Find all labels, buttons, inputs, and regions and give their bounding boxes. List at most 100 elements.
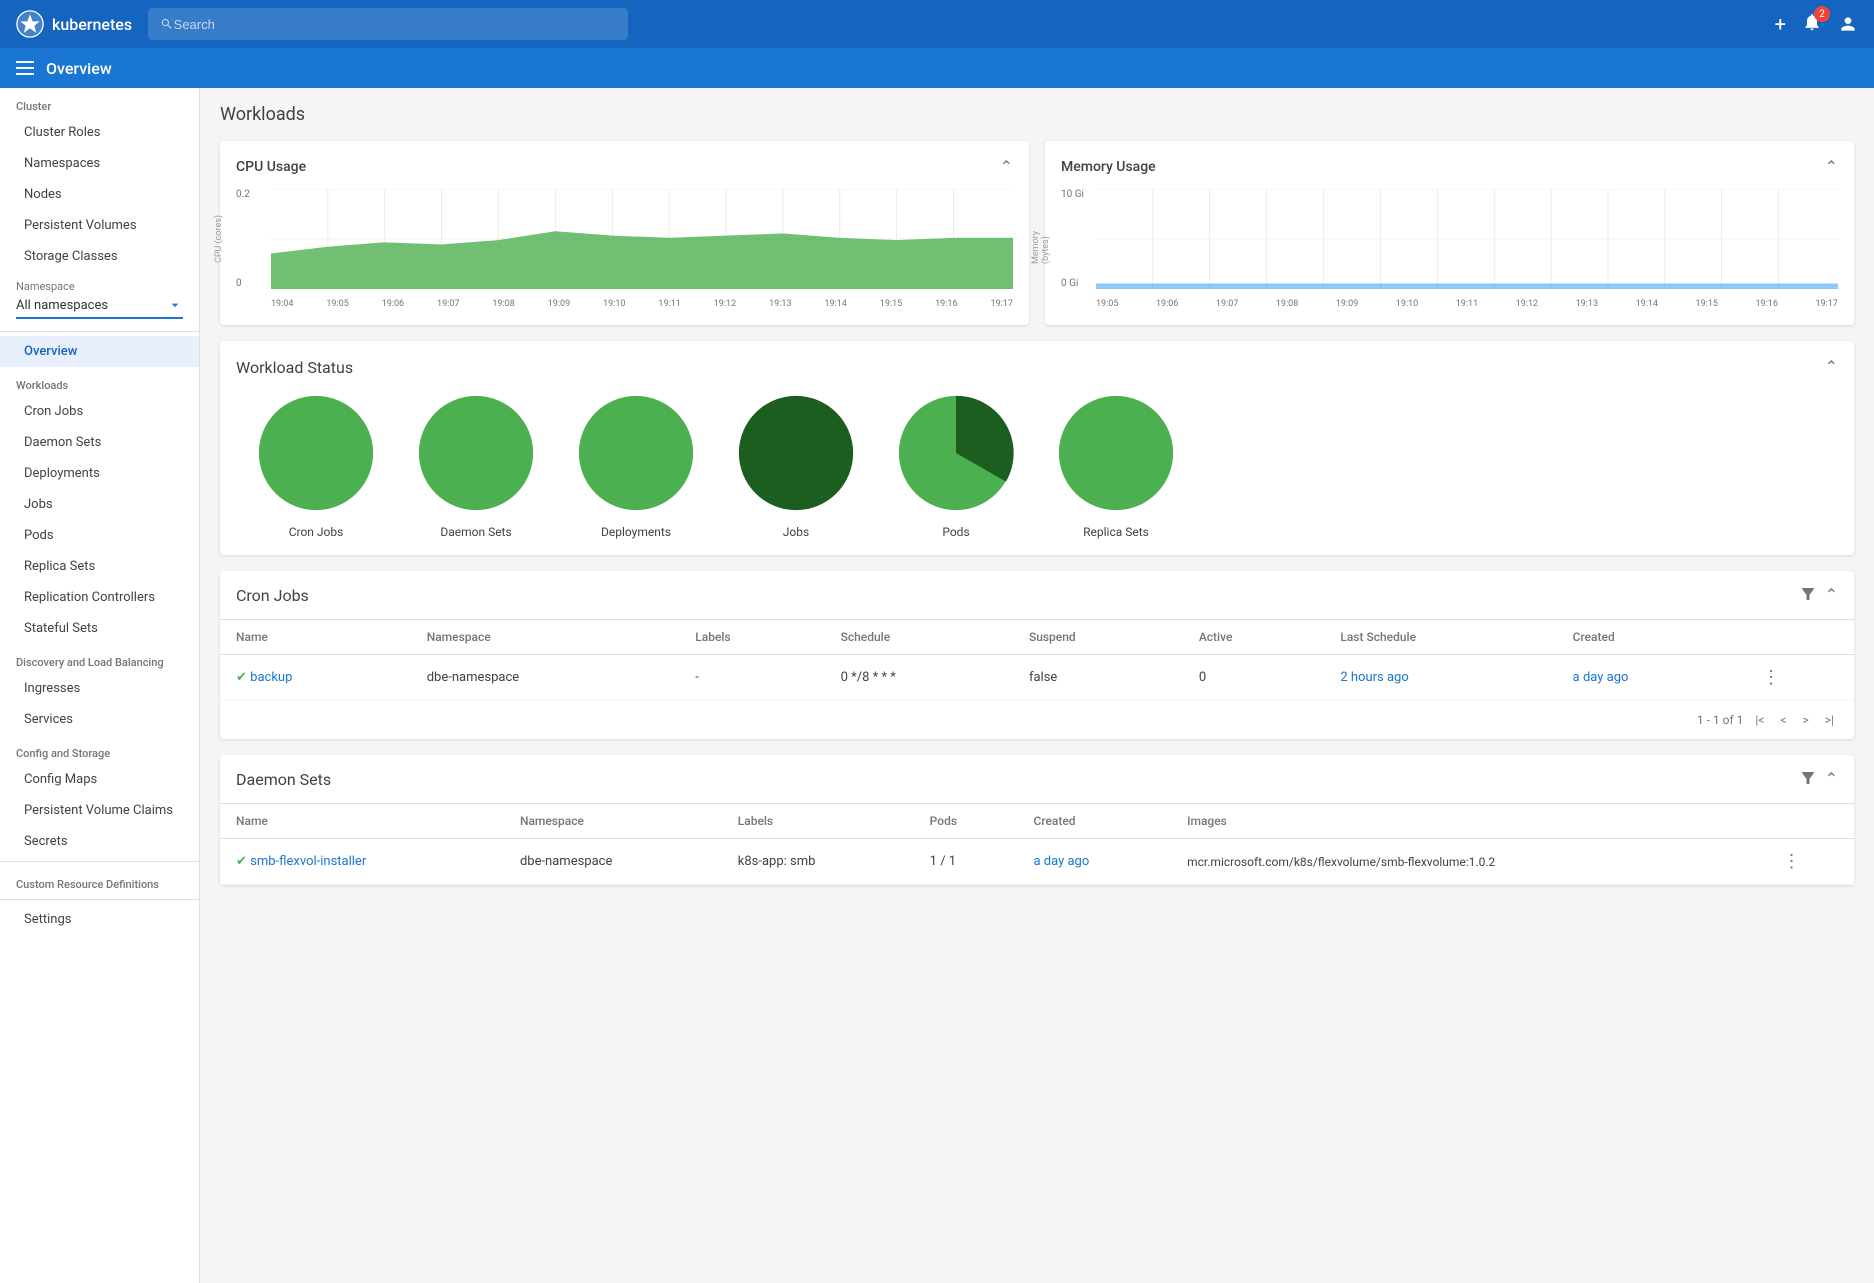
namespace-value: All namespaces [16, 298, 167, 313]
sidebar-item-daemon-sets[interactable]: Daemon Sets [0, 427, 199, 458]
table-row: ✔ backup dbe-namespace - 0 */8 * * * fal… [220, 655, 1854, 701]
cron-job-active: 0 [1183, 655, 1325, 701]
namespace-label: Namespace [16, 280, 183, 293]
deployments-donut [576, 393, 696, 513]
sidebar-item-config-maps[interactable]: Config Maps [0, 764, 199, 795]
kubernetes-logo-icon [16, 10, 44, 38]
pagination-last-button[interactable]: >| [1821, 709, 1838, 731]
crd-section-label: Custom Resource Definitions [0, 866, 199, 895]
sidebar-item-ingresses[interactable]: Ingresses [0, 673, 199, 704]
charts-row: CPU Usage ⌃ 0.2 CPU (cores) 0 [220, 141, 1854, 325]
donut-deployments: Deployments [576, 393, 696, 539]
notification-button[interactable]: 2 [1802, 12, 1822, 36]
search-input[interactable] [174, 17, 616, 32]
workloads-title: Workloads [220, 104, 1854, 125]
daemon-sets-table-title: Daemon Sets [236, 770, 331, 789]
cpu-chart-svg [271, 189, 1013, 289]
pods-label: Pods [942, 525, 969, 539]
logo-text: kubernetes [52, 15, 132, 34]
sidebar-item-deployments[interactable]: Deployments [0, 458, 199, 489]
daemon-sets-col-name: Name [220, 804, 504, 839]
workload-status-collapse-button[interactable]: ⌃ [1825, 357, 1838, 377]
sidebar-item-storage-classes[interactable]: Storage Classes [0, 241, 199, 272]
workload-status-card: Workload Status ⌃ Cron Jobs Daemon Sets [220, 341, 1854, 555]
logo: kubernetes [16, 10, 132, 38]
sidebar: Cluster Cluster Roles Namespaces Nodes P… [0, 88, 200, 1283]
sidebar-item-cron-jobs[interactable]: Cron Jobs [0, 396, 199, 427]
sidebar-divider-1 [0, 331, 199, 332]
memory-collapse-button[interactable]: ⌃ [1825, 157, 1838, 177]
deployments-label: Deployments [601, 525, 671, 539]
sidebar-item-settings[interactable]: Settings [0, 904, 199, 935]
replica-sets-donut [1056, 393, 1176, 513]
sidebar-divider-2 [0, 861, 199, 862]
filter-icon[interactable] [1799, 585, 1817, 603]
memory-y-label-text: Memory (bytes) [1031, 214, 1051, 264]
daemon-set-status-ok-icon: ✔ [236, 854, 247, 869]
cron-jobs-pagination-text: 1 - 1 of 1 [1697, 713, 1743, 727]
donut-pods: Pods [896, 393, 1016, 539]
sidebar-item-persistent-volumes[interactable]: Persistent Volumes [0, 210, 199, 241]
namespace-dropdown[interactable]: All namespaces [16, 297, 183, 319]
sidebar-item-replication-controllers[interactable]: Replication Controllers [0, 582, 199, 613]
cron-jobs-table-actions: ⌃ [1799, 585, 1838, 605]
cron-jobs-table-title: Cron Jobs [236, 586, 309, 605]
notification-badge: 2 [1814, 6, 1830, 22]
cpu-x-labels: 19:04 19:05 19:06 19:07 19:08 19:09 19:1… [271, 299, 1013, 309]
cron-job-schedule: 0 */8 * * * [825, 655, 1013, 701]
cpu-y-top: 0.2 [236, 189, 266, 200]
sidebar-item-overview[interactable]: Overview [0, 336, 199, 367]
daemon-sets-table: Name Namespace Labels Pods Created Image… [220, 804, 1854, 885]
cron-job-name-link[interactable]: backup [250, 670, 292, 685]
content-area: Workloads CPU Usage ⌃ 0.2 CPU (cores) 0 [200, 88, 1874, 1283]
sidebar-item-replica-sets[interactable]: Replica Sets [0, 551, 199, 582]
status-ok-icon: ✔ [236, 670, 247, 685]
daemon-set-name-link[interactable]: smb-flexvol-installer [250, 854, 366, 869]
sidebar-item-pods[interactable]: Pods [0, 520, 199, 551]
cron-jobs-donut [256, 393, 376, 513]
pagination-first-button[interactable]: |< [1751, 709, 1768, 731]
sidebar-item-nodes[interactable]: Nodes [0, 179, 199, 210]
sidebar-item-namespaces[interactable]: Namespaces [0, 148, 199, 179]
sidebar-item-stateful-sets[interactable]: Stateful Sets [0, 613, 199, 644]
cpu-collapse-button[interactable]: ⌃ [1000, 157, 1013, 177]
pagination-prev-button[interactable]: < [1776, 709, 1790, 731]
daemon-set-more: ⋮ [1766, 839, 1854, 885]
cpu-y-labels: 0.2 CPU (cores) 0 [236, 189, 266, 289]
cron-jobs-col-schedule: Schedule [825, 620, 1013, 655]
sidebar-item-secrets[interactable]: Secrets [0, 826, 199, 857]
daemon-set-images: mcr.microsoft.com/k8s/flexvolume/smb-fle… [1171, 839, 1766, 885]
search-bar[interactable] [148, 8, 628, 40]
hamburger-menu[interactable] [16, 61, 34, 75]
daemon-sets-table-actions: ⌃ [1799, 769, 1838, 789]
sidebar-item-cluster-roles[interactable]: Cluster Roles [0, 117, 199, 148]
donut-row: Cron Jobs Daemon Sets Deployments [236, 393, 1838, 539]
cron-job-created: a day ago [1557, 655, 1746, 701]
config-section-label: Config and Storage [0, 735, 199, 764]
cron-job-suspend: false [1013, 655, 1183, 701]
sidebar-item-pvc[interactable]: Persistent Volume Claims [0, 795, 199, 826]
daemon-sets-header-row: Name Namespace Labels Pods Created Image… [220, 804, 1854, 839]
donut-cron-jobs: Cron Jobs [256, 393, 376, 539]
account-icon[interactable] [1838, 14, 1858, 34]
sidebar-item-services[interactable]: Services [0, 704, 199, 735]
cron-jobs-col-labels: Labels [679, 620, 824, 655]
daemon-sets-table-card: Daemon Sets ⌃ Name Namespace Labels Pods… [220, 755, 1854, 885]
topbar-right: + 2 [1775, 12, 1858, 36]
daemon-sets-col-labels: Labels [722, 804, 914, 839]
daemon-sets-col-created: Created [1018, 804, 1172, 839]
memory-chart-title: Memory Usage [1061, 159, 1156, 175]
cron-job-more-button[interactable]: ⋮ [1762, 667, 1780, 688]
add-button[interactable]: + [1775, 12, 1786, 36]
daemon-sets-collapse-button[interactable]: ⌃ [1825, 769, 1838, 789]
namespace-selector: Namespace All namespaces [0, 272, 199, 327]
pagination-next-button[interactable]: > [1799, 709, 1813, 731]
cron-jobs-collapse-button[interactable]: ⌃ [1825, 585, 1838, 605]
cron-jobs-col-name: Name [220, 620, 411, 655]
daemon-sets-col-images: Images [1171, 804, 1766, 839]
daemon-set-more-button[interactable]: ⋮ [1782, 851, 1800, 872]
chevron-down-icon [167, 297, 183, 313]
cron-job-namespace: dbe-namespace [411, 655, 680, 701]
sidebar-item-jobs[interactable]: Jobs [0, 489, 199, 520]
daemon-sets-filter-icon[interactable] [1799, 769, 1817, 787]
